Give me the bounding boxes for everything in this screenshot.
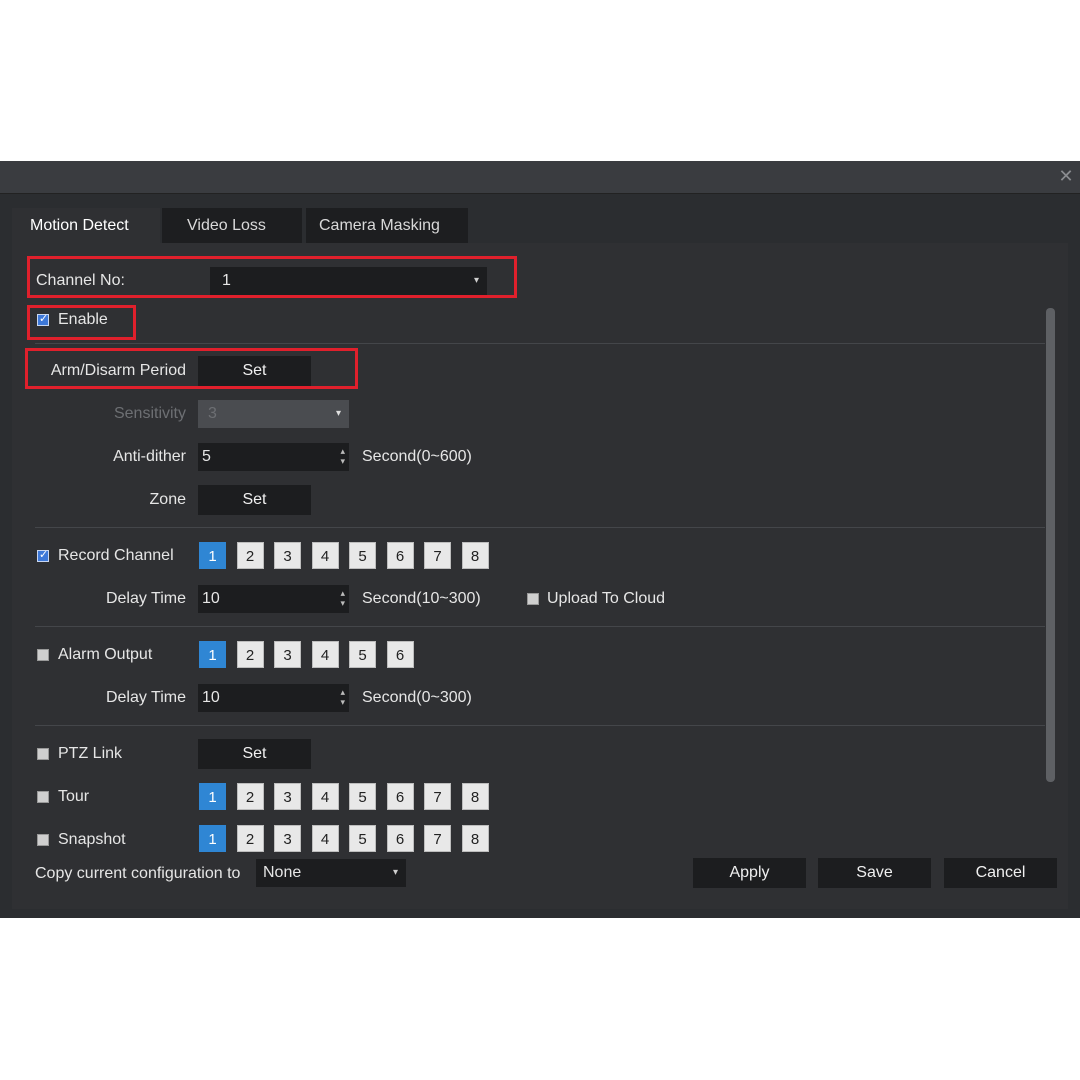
anti-dither-value: 5 — [202, 448, 211, 465]
chevron-down-icon: ▾ — [335, 408, 341, 419]
highlight-box-enable — [27, 305, 136, 340]
snapshot-checkbox[interactable] — [37, 834, 49, 846]
ptz-link-checkbox[interactable] — [37, 748, 49, 760]
tour-channel-5[interactable]: 5 — [349, 783, 376, 810]
record-channel-channel-8[interactable]: 8 — [461, 542, 489, 569]
anti-dither-unit: Second(0~600) — [362, 448, 472, 465]
tab-label: Camera Masking — [319, 217, 440, 234]
tour-checkbox[interactable] — [37, 791, 49, 803]
record-channel-channel-3[interactable]: 3 — [274, 542, 301, 569]
record-channel-checkbox[interactable] — [37, 548, 49, 562]
tab-motion-detect[interactable]: Motion Detect — [12, 208, 160, 244]
upload-cloud-checkbox[interactable] — [527, 593, 539, 605]
copy-config-select[interactable]: None ▾ — [256, 859, 406, 887]
snapshot-channel-6[interactable]: 6 — [386, 825, 414, 852]
apply-button[interactable]: Apply — [693, 858, 806, 888]
snapshot-channel-1[interactable]: 1 — [199, 825, 226, 852]
sensitivity-label: Sensitivity — [113, 405, 186, 422]
spinner-arrows-icon[interactable]: ▴ ▾ — [340, 446, 345, 466]
snapshot-channel-3[interactable]: 3 — [274, 825, 301, 852]
cancel-button[interactable]: Cancel — [944, 858, 1057, 888]
zone-set-button[interactable]: Set — [198, 485, 311, 515]
record-channel-channel-4[interactable]: 4 — [311, 542, 339, 569]
record-delay-input[interactable]: 10 ▴ ▾ — [198, 585, 349, 613]
alarm-output-label: Alarm Output — [58, 646, 153, 663]
divider — [35, 626, 1045, 627]
highlight-box-channel — [27, 256, 517, 298]
save-button[interactable]: Save — [818, 858, 931, 888]
alarm-output-channel-5[interactable]: 5 — [349, 641, 376, 668]
tour-channel-7[interactable]: 7 — [424, 783, 451, 810]
record-channel-label: Record Channel — [58, 547, 174, 564]
zone-label: Zone — [149, 491, 186, 508]
record-channel-channel-1[interactable]: 1 — [199, 542, 226, 569]
ptz-link-set-button[interactable]: Set — [198, 739, 311, 769]
alarm-output-channel-1[interactable]: 1 — [199, 641, 226, 668]
alarm-output-channel-6[interactable]: 6 — [386, 641, 414, 668]
tour-channel-4[interactable]: 4 — [311, 783, 339, 810]
tour-channel-2[interactable]: 2 — [236, 783, 264, 810]
tour-channel-6[interactable]: 6 — [386, 783, 414, 810]
record-delay-unit: Second(10~300) — [362, 590, 481, 607]
alarm-output-channel-4[interactable]: 4 — [311, 641, 339, 668]
snapshot-channel-7[interactable]: 7 — [424, 825, 451, 852]
alarm-delay-input[interactable]: 10 ▴ ▾ — [198, 684, 349, 712]
sensitivity-value: 3 — [208, 405, 217, 422]
snapshot-channel-8[interactable]: 8 — [461, 825, 489, 852]
divider — [35, 343, 1045, 344]
alarm-output-channel-2[interactable]: 2 — [236, 641, 264, 668]
tab-camera-masking[interactable]: Camera Masking — [306, 208, 468, 244]
alarm-output-channel-3[interactable]: 3 — [274, 641, 301, 668]
sensitivity-select: 3 ▾ — [198, 400, 349, 428]
tab-label: Motion Detect — [30, 217, 129, 234]
record-channel-channel-5[interactable]: 5 — [349, 542, 376, 569]
title-bar: ✕ — [0, 161, 1080, 194]
alarm-output-checkbox[interactable] — [37, 649, 49, 661]
record-channel-channel-6[interactable]: 6 — [386, 542, 414, 569]
tour-channel-8[interactable]: 8 — [461, 783, 489, 810]
snapshot-channel-4[interactable]: 4 — [311, 825, 339, 852]
record-channel-channel-2[interactable]: 2 — [236, 542, 264, 569]
copy-config-value: None — [263, 864, 302, 881]
chevron-down-icon: ▾ — [392, 867, 398, 878]
ptz-link-label: PTZ Link — [58, 745, 123, 762]
upload-cloud-label: Upload To Cloud — [547, 590, 666, 607]
copy-config-label: Copy current configuration to — [35, 865, 241, 882]
scrollbar[interactable] — [1046, 308, 1055, 782]
tour-channel-1[interactable]: 1 — [199, 783, 226, 810]
record-delay-label: Delay Time — [105, 590, 186, 607]
spinner-arrows-icon[interactable]: ▴ ▾ — [340, 588, 345, 608]
alarm-delay-value: 10 — [202, 689, 220, 706]
anti-dither-label: Anti-dither — [113, 448, 186, 465]
close-icon[interactable]: ✕ — [1056, 166, 1076, 186]
tour-channel-3[interactable]: 3 — [274, 783, 301, 810]
snapshot-channel-2[interactable]: 2 — [236, 825, 264, 852]
tour-label: Tour — [58, 788, 90, 805]
tab-video-loss[interactable]: Video Loss — [162, 208, 302, 244]
divider — [35, 725, 1045, 726]
record-delay-value: 10 — [202, 590, 220, 607]
snapshot-channel-5[interactable]: 5 — [349, 825, 376, 852]
record-channel-channel-7[interactable]: 7 — [424, 542, 451, 569]
alarm-delay-unit: Second(0~300) — [362, 689, 472, 706]
snapshot-label: Snapshot — [58, 831, 126, 848]
alarm-delay-label: Delay Time — [105, 689, 186, 706]
tab-label: Video Loss — [187, 217, 266, 234]
divider — [35, 527, 1045, 528]
spinner-arrows-icon[interactable]: ▴ ▾ — [340, 687, 345, 707]
anti-dither-input[interactable]: 5 ▴ ▾ — [198, 443, 349, 471]
highlight-box-arm-disarm — [25, 348, 358, 389]
